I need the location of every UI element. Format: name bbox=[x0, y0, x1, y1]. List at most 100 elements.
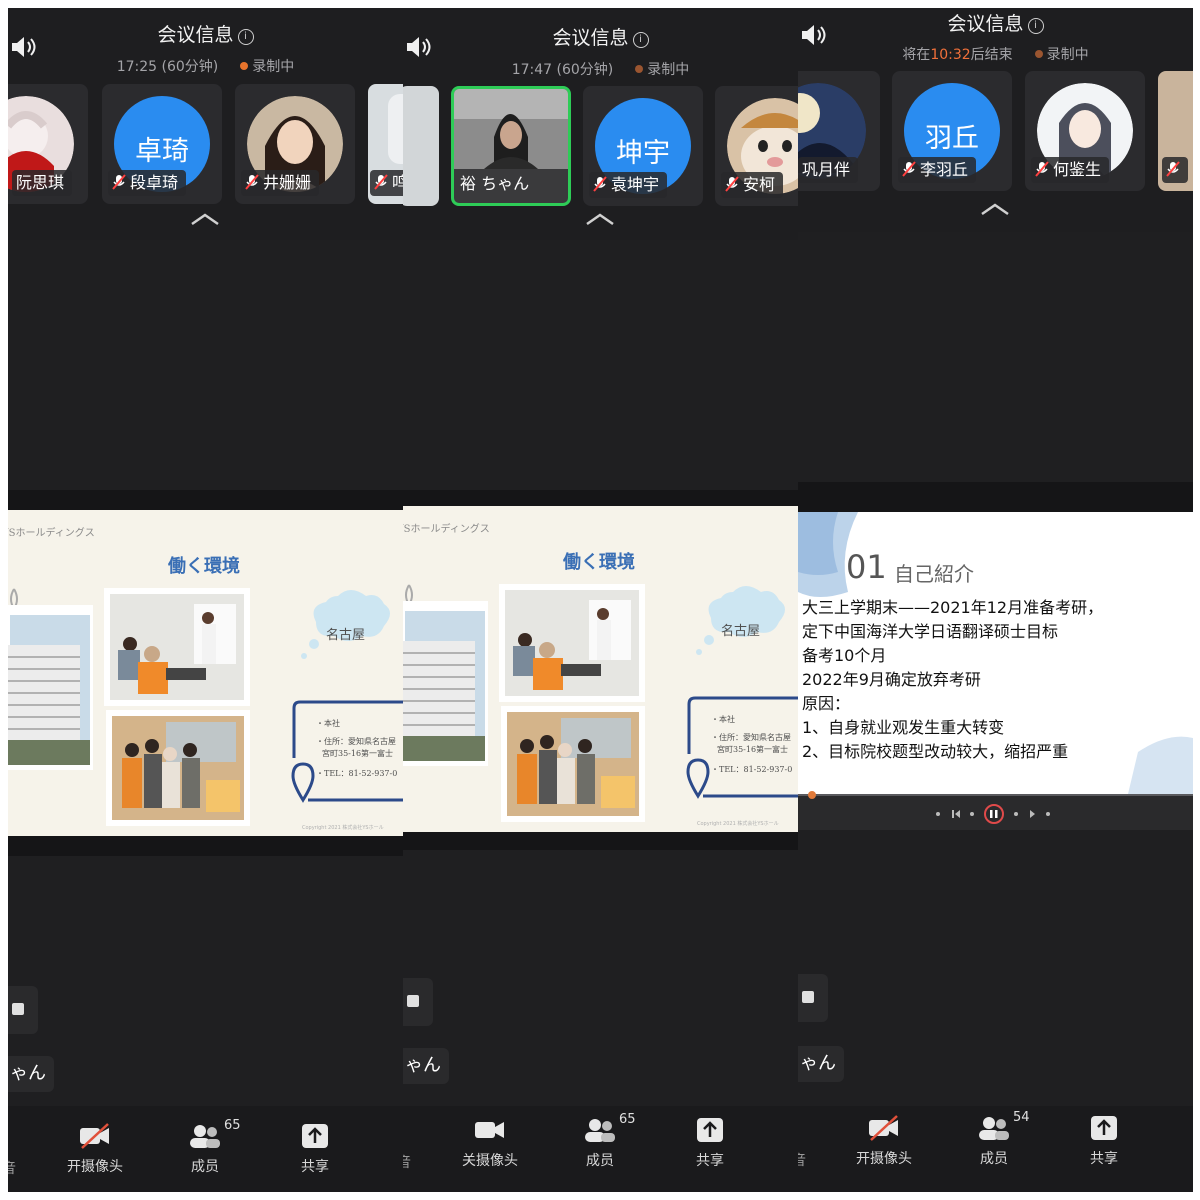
participant-name: 安柯 bbox=[743, 175, 776, 194]
share-icon bbox=[1091, 1116, 1117, 1140]
participant-name-tag: 安柯 bbox=[721, 172, 784, 198]
mic-off-icon bbox=[593, 176, 607, 192]
participant-tile-active[interactable]: 裕 ちゃん bbox=[451, 86, 571, 206]
playback-controls[interactable] bbox=[932, 804, 1062, 824]
share-label: 共享 bbox=[301, 1159, 329, 1175]
participant-tile[interactable]: 安柯 bbox=[715, 86, 798, 206]
meeting-info-title[interactable]: 会议信息 i bbox=[403, 23, 798, 50]
camera-button[interactable]: 开摄像头 bbox=[834, 1114, 934, 1168]
info-icon[interactable]: i bbox=[632, 32, 649, 48]
slide-line: 大三上学期末——2021年12月准备考研， bbox=[802, 598, 1104, 617]
office-photo-1 bbox=[499, 584, 645, 702]
slide-number: 01 bbox=[846, 548, 887, 586]
meeting-title[interactable]: 会议信息 bbox=[552, 27, 628, 49]
shared-slide: YSホールディングス 働く環境 名古屋 ・本社 ・住所：愛知県名古屋 宮町35-… bbox=[403, 506, 798, 832]
share-button[interactable]: 共享 bbox=[660, 1116, 760, 1170]
participant-name: 段卓琦 bbox=[130, 173, 179, 192]
members-button[interactable]: 成员 54 bbox=[944, 1110, 1044, 1168]
camera-label: 开摄像头 bbox=[856, 1151, 912, 1167]
slide-heading: 自己紹介 bbox=[894, 562, 974, 586]
share-button[interactable]: 共享 bbox=[265, 1122, 365, 1176]
participant-tile[interactable] bbox=[1158, 71, 1193, 191]
participant-name: 鸣 bbox=[392, 173, 403, 192]
meeting-panel-1: 会议信息 i 17:25 (60分钟) 录制中 阮思琪 卓琦 段卓琦 井姗姗 鸣… bbox=[8, 8, 403, 1192]
members-label: 成员 bbox=[191, 1159, 219, 1175]
meeting-status: 将在10:32后结束 录制中 bbox=[798, 44, 1193, 64]
participant-tile[interactable]: 坤宇 袁坤宇 bbox=[583, 86, 703, 206]
slide-heading: 働く環境 bbox=[168, 556, 240, 577]
meeting-info-title[interactable]: 会议信息 i bbox=[8, 20, 403, 47]
share-icon bbox=[302, 1124, 328, 1148]
share-icon bbox=[697, 1118, 723, 1142]
chevron-up-icon[interactable] bbox=[980, 202, 1010, 216]
address-line: 宮町35-16第一富士 bbox=[717, 745, 789, 754]
mic-off-icon bbox=[725, 176, 739, 192]
share-label: 共享 bbox=[1090, 1151, 1118, 1167]
active-speaker-chip[interactable]: ゃん bbox=[8, 1056, 54, 1092]
camera-button[interactable]: 开摄像头 bbox=[45, 1122, 145, 1176]
share-button[interactable]: 共享 bbox=[1054, 1114, 1154, 1168]
meeting-info-title[interactable]: 会议信息 i bbox=[798, 9, 1193, 36]
members-count: 65 bbox=[619, 1112, 636, 1127]
participant-name-tag bbox=[1162, 157, 1188, 183]
slide-letterbox bbox=[403, 832, 798, 850]
participant-strip[interactable]: 巩月伴 羽丘 李羽丘 何鉴生 bbox=[798, 71, 1193, 191]
progress-track[interactable] bbox=[798, 794, 1193, 796]
shared-slide: YSホールディングス 働く環境 名古屋 ・本社 ・住所：愛知県名古屋 宮町35-… bbox=[8, 510, 403, 836]
participant-tile[interactable]: 卓琦 段卓琦 bbox=[102, 84, 222, 204]
slide-letterbox bbox=[8, 836, 403, 856]
meeting-duration: 17:47 (60分钟) bbox=[511, 62, 614, 78]
slide-letterbox bbox=[403, 490, 798, 506]
participant-name: 袁坤宇 bbox=[611, 175, 660, 194]
address-line: ・TEL：81-52-937-0 bbox=[711, 765, 793, 774]
recording-dot-icon bbox=[1034, 50, 1043, 58]
chevron-up-icon[interactable] bbox=[190, 212, 220, 226]
members-label: 成员 bbox=[980, 1151, 1008, 1167]
participant-name: 裕 ちゃん bbox=[460, 174, 530, 193]
participant-strip[interactable]: 阮思琪 卓琦 段卓琦 井姗姗 鸣 bbox=[8, 84, 403, 204]
video-player-controls bbox=[798, 791, 1193, 830]
floating-window-button[interactable] bbox=[8, 986, 38, 1034]
members-button[interactable]: 成员 65 bbox=[155, 1118, 255, 1176]
meeting-duration: 17:25 (60分钟) bbox=[116, 59, 219, 75]
meeting-status: 17:47 (60分钟) 录制中 bbox=[403, 59, 798, 79]
video-area bbox=[8, 856, 403, 1106]
info-icon[interactable]: i bbox=[237, 29, 254, 45]
participant-name-tag: 井姗姗 bbox=[241, 170, 320, 196]
participant-tile[interactable]: 阮思琪 bbox=[8, 84, 88, 204]
audio-label-partial[interactable]: 音 bbox=[798, 1150, 806, 1170]
participant-tile[interactable] bbox=[403, 86, 439, 206]
participant-tile[interactable]: 巩月伴 bbox=[798, 71, 880, 191]
chevron-up-icon[interactable] bbox=[585, 212, 615, 226]
audio-label-partial[interactable]: 音 bbox=[8, 1158, 16, 1178]
audio-label-partial[interactable]: 音 bbox=[403, 1152, 411, 1172]
address-line: 宮町35-16第一富士 bbox=[322, 749, 394, 758]
progress-handle[interactable] bbox=[808, 791, 816, 799]
participant-strip[interactable]: 裕 ちゃん 坤宇 袁坤宇 安柯 bbox=[403, 86, 798, 206]
meeting-title[interactable]: 会议信息 bbox=[947, 13, 1023, 35]
cloud-label: 名古屋 bbox=[326, 628, 366, 643]
camera-button[interactable]: 关摄像头 bbox=[440, 1116, 540, 1170]
video-area bbox=[798, 232, 1193, 482]
camera-off-icon bbox=[80, 1123, 109, 1149]
members-button[interactable]: 成员 65 bbox=[550, 1112, 650, 1170]
participant-tile[interactable]: 鸣 bbox=[368, 84, 403, 204]
members-icon bbox=[190, 1125, 220, 1148]
avatar-initials: 卓琦 bbox=[135, 136, 189, 167]
slide-line: 备考10个月 bbox=[802, 646, 887, 665]
recording-status: 录制中 bbox=[647, 62, 690, 78]
active-speaker-chip[interactable]: ゃん bbox=[403, 1048, 449, 1084]
participant-tile[interactable]: 羽丘 李羽丘 bbox=[892, 71, 1012, 191]
floating-window-button[interactable] bbox=[798, 974, 828, 1022]
meeting-header: 会议信息 i 17:47 (60分钟) 录制中 裕 ちゃん 坤宇 袁坤宇 安柯 bbox=[403, 8, 798, 240]
participant-tile[interactable]: 何鉴生 bbox=[1025, 71, 1145, 191]
participant-tile[interactable]: 井姗姗 bbox=[235, 84, 355, 204]
mic-off-icon bbox=[245, 174, 259, 190]
shared-slide: 01 自己紹介 大三上学期末——2021年12月准备考研， 定下中国海洋大学日语… bbox=[798, 512, 1193, 794]
info-icon[interactable]: i bbox=[1027, 18, 1044, 34]
participant-name-tag: 袁坤宇 bbox=[589, 172, 668, 198]
meeting-title[interactable]: 会议信息 bbox=[157, 24, 233, 46]
active-speaker-chip[interactable]: ゃん bbox=[798, 1046, 844, 1082]
cloud-label: 名古屋 bbox=[721, 624, 761, 639]
floating-window-button[interactable] bbox=[403, 978, 433, 1026]
